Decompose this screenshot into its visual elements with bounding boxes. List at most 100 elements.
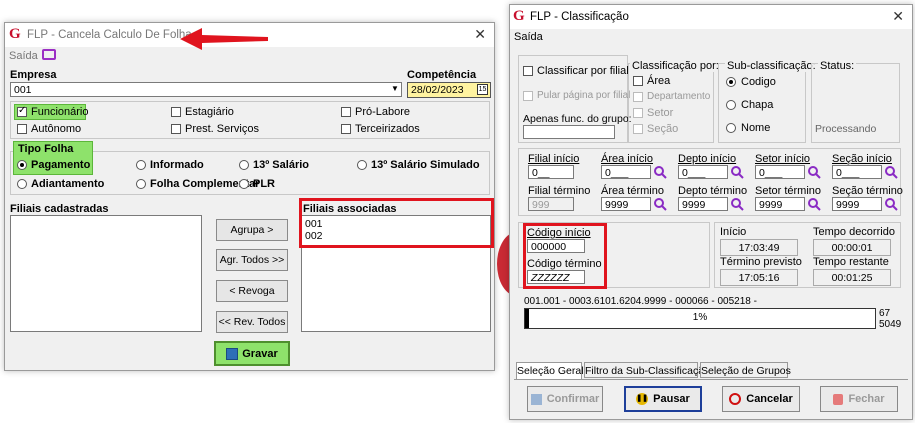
tempo-decorrido-label: Tempo decorrido <box>813 226 895 238</box>
tempo-restante-label: Tempo restante <box>813 256 889 268</box>
funcionario-label: Funcionário <box>31 106 89 118</box>
setor-label: Setor <box>647 107 674 119</box>
progress-bar: 1% <box>524 308 876 329</box>
counter-total: 5049 <box>879 319 902 330</box>
codigo-radio[interactable] <box>726 77 736 87</box>
search-icon[interactable] <box>807 197 821 211</box>
adiantamento-radio[interactable] <box>17 179 27 189</box>
secao-inicio-input[interactable]: 0___ <box>832 165 882 179</box>
pausar-button[interactable]: ❚❚ Pausar <box>624 386 702 412</box>
secao-termino-input[interactable]: 9999 <box>832 197 882 211</box>
progress-percent: 1% <box>692 312 708 323</box>
secao-checkbox[interactable] <box>633 124 643 134</box>
area-termino-input[interactable]: 9999 <box>601 197 651 211</box>
setor-termino-input[interactable]: 9999 <box>755 197 805 211</box>
informado-label: Informado <box>150 159 204 171</box>
pular-pagina-checkbox[interactable] <box>523 91 533 101</box>
chapa-radio[interactable] <box>726 100 736 110</box>
salario13-simulado-radio[interactable] <box>357 160 367 170</box>
rev-todos-button[interactable]: << Rev. Todos <box>216 311 288 333</box>
fechar-button[interactable]: Fechar <box>820 386 898 412</box>
plr-radio[interactable] <box>239 179 249 189</box>
pro-labore-label: Pró-Labore <box>355 106 411 118</box>
filial-inicio-input[interactable]: 0__ <box>528 165 574 179</box>
search-icon[interactable] <box>807 165 821 179</box>
area-inicio-input[interactable]: 0___ <box>601 165 651 179</box>
confirmar-button[interactable]: Confirmar <box>527 386 603 412</box>
filiais-associadas-highlight <box>299 198 494 248</box>
inicio-value: 17:03:49 <box>720 239 798 256</box>
secao-label: Seção <box>647 123 679 135</box>
save-icon <box>226 347 239 360</box>
classificacao-label: Classificação por: <box>630 60 721 72</box>
pausar-label: Pausar <box>653 393 690 405</box>
gravar-button[interactable]: Gravar <box>214 341 290 366</box>
folha-complementar-radio[interactable] <box>136 179 146 189</box>
prest-servicos-checkbox[interactable] <box>171 124 181 134</box>
terceirizados-label: Terceirizados <box>355 123 420 135</box>
agr-todos-button[interactable]: Agr. Todos >> <box>216 249 288 271</box>
chapa-label: Chapa <box>741 99 774 111</box>
filial-inicio-label: Filial início <box>528 153 580 165</box>
close-icon[interactable]: ✕ <box>474 26 486 43</box>
codigo-label: Codigo <box>741 76 776 88</box>
adiantamento-label: Adiantamento <box>31 178 105 190</box>
cancel-icon <box>729 393 742 405</box>
area-termino-label: Área término <box>601 185 664 197</box>
menu-saida[interactable]: Saída <box>9 50 38 62</box>
tab-filtro-subclassificacao[interactable]: Filtro da Sub-Classificação <box>584 362 710 378</box>
secao-inicio-label: Seção início <box>832 153 892 165</box>
tempo-decorrido-value: 00:00:01 <box>813 239 891 256</box>
tab-selecao-geral[interactable]: Seleção Geral <box>516 362 584 380</box>
calendar-icon[interactable]: 15 <box>477 84 488 95</box>
monitor-icon[interactable] <box>42 49 56 60</box>
flp-logo-icon: G <box>9 26 21 42</box>
funcionario-checkbox[interactable] <box>17 105 27 117</box>
filiais-cadastradas-list[interactable] <box>10 215 202 332</box>
subclassificacao-label: Sub-classificação: <box>725 60 818 72</box>
chevron-down-icon[interactable]: ▼ <box>391 84 399 93</box>
apenas-func-input[interactable] <box>523 125 615 139</box>
search-icon[interactable] <box>730 197 744 211</box>
nome-radio[interactable] <box>726 123 736 133</box>
setor-checkbox[interactable] <box>633 108 643 118</box>
filiais-cadastradas-label: Filiais cadastradas <box>10 203 109 215</box>
depto-termino-label: Depto término <box>678 185 748 197</box>
tab-selecao-grupos[interactable]: Seleção de Grupos <box>700 362 791 378</box>
estagiario-checkbox[interactable] <box>171 107 181 117</box>
autonomo-checkbox[interactable] <box>17 124 27 134</box>
setor-inicio-input[interactable]: 0___ <box>755 165 805 179</box>
close-icon[interactable]: ✕ <box>892 8 904 25</box>
menu-saida[interactable]: Saída <box>514 31 543 43</box>
empresa-label: Empresa <box>10 69 57 81</box>
terceirizados-checkbox[interactable] <box>341 124 351 134</box>
competencia-label: Competência <box>407 69 477 81</box>
pro-labore-checkbox[interactable] <box>341 107 351 117</box>
plr-label: PLR <box>253 178 275 190</box>
search-icon[interactable] <box>653 165 667 179</box>
search-icon[interactable] <box>653 197 667 211</box>
depto-inicio-input[interactable]: 0___ <box>678 165 728 179</box>
salario13-simulado-label: 13º Salário Simulado <box>371 159 480 171</box>
prest-servicos-label: Prest. Serviços <box>185 123 259 135</box>
search-icon[interactable] <box>884 197 898 211</box>
filial-termino-input[interactable]: 999 <box>528 197 574 211</box>
counter-current: 67 <box>879 308 891 319</box>
salario13-radio[interactable] <box>239 160 249 170</box>
informado-radio[interactable] <box>136 160 146 170</box>
empresa-select[interactable]: 001 <box>10 82 402 97</box>
search-icon[interactable] <box>884 165 898 179</box>
cancelar-button[interactable]: Cancelar <box>722 386 800 412</box>
search-icon[interactable] <box>730 165 744 179</box>
salario13-label: 13º Salário <box>253 159 309 171</box>
inicio-label: Início <box>720 226 747 238</box>
agrupa-button[interactable]: Agrupa > <box>216 219 288 241</box>
pagamento-radio[interactable] <box>17 160 27 170</box>
filial-termino-label: Filial término <box>528 185 591 197</box>
departamento-checkbox[interactable] <box>633 92 643 102</box>
depto-termino-input[interactable]: 9999 <box>678 197 728 211</box>
area-checkbox[interactable] <box>633 76 643 86</box>
classificar-por-filial-checkbox[interactable] <box>523 66 533 76</box>
revoga-button[interactable]: < Revoga <box>216 280 288 302</box>
classificar-por-filial-label: Classificar por filial <box>537 65 629 77</box>
